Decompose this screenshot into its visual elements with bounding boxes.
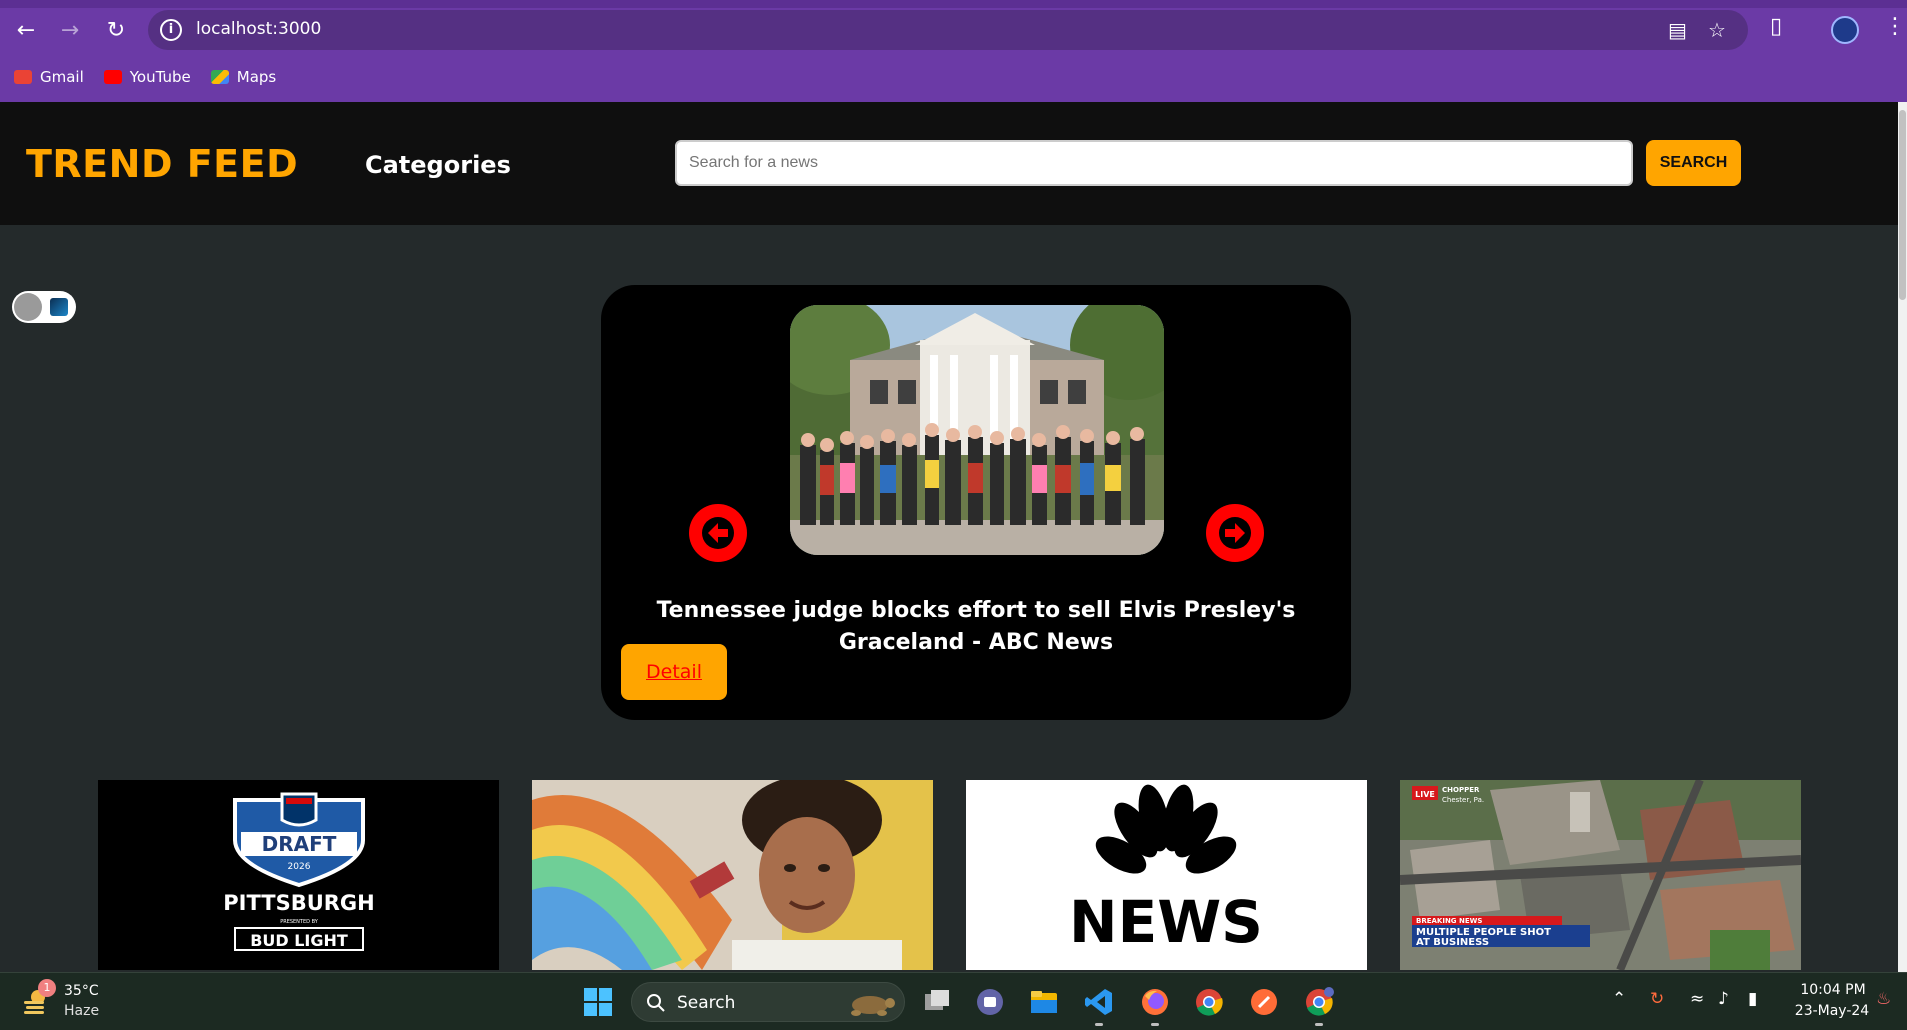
reload-icon[interactable]: ↻ — [100, 14, 132, 46]
forward-icon[interactable]: → — [54, 14, 86, 46]
card-text: BREAKING NEWS — [1416, 917, 1482, 925]
tab-strip — [0, 0, 1907, 8]
vscode-icon[interactable] — [1083, 986, 1115, 1018]
firefox-icon[interactable] — [1139, 986, 1171, 1018]
windows-taskbar: 1 35°C Haze Search ⌃ ↻ ≈ ♪ ▮ 10:04 PM 23… — [0, 972, 1907, 1030]
arrow-right-icon — [1219, 517, 1251, 549]
card-text: NEWS — [1069, 888, 1263, 956]
postman-icon[interactable] — [1248, 986, 1280, 1018]
turtle-icon — [851, 996, 895, 1016]
volume-icon[interactable]: ♪ — [1718, 989, 1729, 1009]
bookmark-youtube[interactable]: YouTube — [103, 68, 191, 86]
arrow-left-icon — [702, 517, 734, 549]
search-input[interactable] — [675, 140, 1633, 186]
carousel-prev-button[interactable] — [689, 504, 747, 562]
card-text: BUD LIGHT — [250, 931, 348, 950]
running-indicator — [1151, 1023, 1159, 1026]
toggle-knob — [14, 293, 42, 321]
search-icon — [647, 994, 665, 1012]
file-explorer-icon[interactable] — [1028, 986, 1060, 1018]
notification-bell-icon[interactable]: ♨ — [1876, 989, 1891, 1009]
detail-link[interactable]: Detail — [646, 661, 702, 683]
card-text: PITTSBURGH — [223, 891, 375, 915]
clock-time[interactable]: 10:04 PM — [1793, 982, 1873, 998]
weather-temperature[interactable]: 35°C — [64, 983, 99, 999]
taskbar-search-label: Search — [677, 993, 736, 1013]
maps-icon — [210, 70, 229, 84]
card-text: AT BUSINESS — [1416, 937, 1489, 948]
card-text: 2026 — [288, 862, 311, 872]
card-text: CHOPPER — [1442, 786, 1480, 794]
install-app-icon[interactable]: ▤ — [1668, 18, 1687, 42]
profile-avatar[interactable] — [1831, 16, 1859, 44]
featured-news-carousel: Tennessee judge blocks effort to sell El… — [601, 285, 1351, 720]
chevron-up-icon[interactable]: ⌃ — [1612, 989, 1626, 1009]
card-text: DRAFT — [262, 832, 337, 856]
featured-news-image — [790, 305, 1164, 555]
theme-toggle[interactable] — [12, 291, 76, 323]
search-button[interactable]: SEARCH — [1646, 140, 1741, 186]
nbc-news-logo: NEWS — [966, 780, 1367, 970]
running-indicator — [1315, 1023, 1323, 1026]
battery-icon[interactable]: ▮ — [1748, 989, 1757, 1009]
card-text: Chester, Pa. — [1442, 796, 1484, 804]
wifi-icon[interactable]: ≈ — [1690, 989, 1704, 1009]
aerial-breaking-news: LIVE CHOPPER Chester, Pa. BREAKING NEWS … — [1400, 780, 1801, 970]
card-text: LIVE — [1415, 790, 1435, 799]
news-card[interactable]: DRAFT 2026 PITTSBURGH PRESENTED BY BUD L… — [98, 780, 499, 970]
news-card[interactable]: NEWS — [966, 780, 1367, 970]
gmail-icon — [14, 70, 32, 84]
bookmark-star-icon[interactable]: ☆ — [1708, 18, 1726, 42]
site-info-icon[interactable]: i — [160, 19, 182, 41]
clock-date[interactable]: 23-May-24 — [1787, 1003, 1877, 1019]
news-card[interactable] — [532, 780, 933, 970]
notification-badge: 1 — [38, 979, 56, 997]
task-view-icon[interactable] — [921, 986, 953, 1018]
browser-frame: ← → ↻ i localhost:3000 ▤ ☆ ▯ ⋮ Gmail You… — [0, 0, 1907, 102]
bookmark-maps[interactable]: Maps — [210, 68, 277, 86]
chrome-canary-icon[interactable] — [1303, 986, 1335, 1018]
carousel-next-button[interactable] — [1206, 504, 1264, 562]
page-scrollbar[interactable] — [1898, 102, 1907, 972]
dark-mode-icon — [50, 298, 68, 316]
bookmark-label: Maps — [236, 68, 277, 86]
news-card[interactable]: LIVE CHOPPER Chester, Pa. BREAKING NEWS … — [1400, 780, 1801, 970]
url-text[interactable]: localhost:3000 — [196, 19, 321, 39]
sync-icon[interactable]: ↻ — [1650, 989, 1664, 1009]
bookmarks-bar: Gmail YouTube Maps — [0, 62, 282, 92]
site-logo[interactable]: TREND FEED — [26, 142, 298, 186]
bookmark-label: Gmail — [40, 68, 84, 86]
windows-start-icon[interactable] — [582, 986, 614, 1018]
bookmark-label: YouTube — [129, 68, 191, 86]
address-bar[interactable]: i localhost:3000 ▤ ☆ — [148, 10, 1748, 50]
weather-condition[interactable]: Haze — [64, 1003, 99, 1019]
extensions-icon[interactable]: ▯ — [1770, 14, 1782, 39]
bookmark-gmail[interactable]: Gmail — [14, 68, 84, 86]
youtube-icon — [103, 70, 122, 84]
site-header: TREND FEED Categories SEARCH — [0, 102, 1898, 225]
teams-chat-icon[interactable] — [974, 986, 1006, 1018]
back-icon[interactable]: ← — [10, 14, 42, 46]
nfl-draft-logo: DRAFT 2026 PITTSBURGH PRESENTED BY BUD L… — [98, 780, 499, 970]
menu-icon[interactable]: ⋮ — [1884, 14, 1906, 39]
categories-menu[interactable]: Categories — [365, 151, 511, 179]
student-portrait — [532, 780, 933, 970]
detail-button[interactable]: Detail — [621, 644, 727, 700]
chrome-icon[interactable] — [1193, 986, 1225, 1018]
featured-news-title[interactable]: Tennessee judge blocks effort to sell El… — [621, 595, 1331, 659]
scrollbar-thumb[interactable] — [1899, 110, 1906, 300]
card-text: PRESENTED BY — [280, 919, 319, 925]
taskbar-search[interactable]: Search — [631, 982, 905, 1022]
running-indicator — [1095, 1023, 1103, 1026]
